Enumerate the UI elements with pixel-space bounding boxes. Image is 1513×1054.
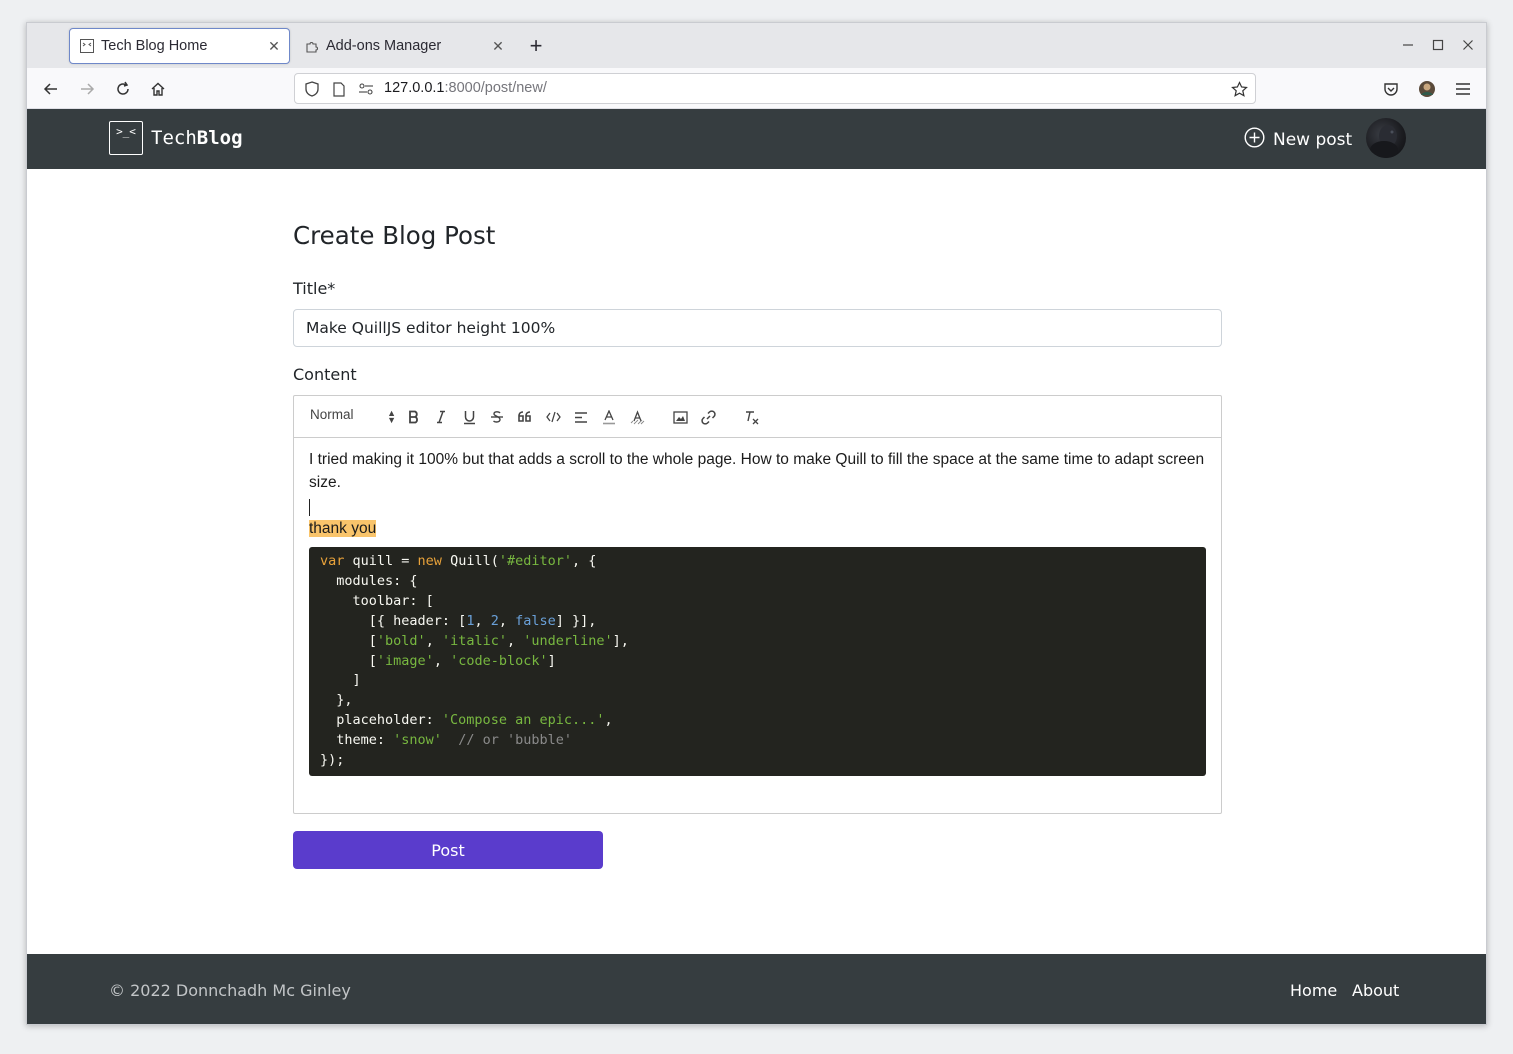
permissions-icon[interactable]: [357, 80, 375, 98]
site-brand[interactable]: TechBlog: [151, 127, 243, 149]
code-line: },: [320, 692, 353, 709]
post-submit-button[interactable]: Post: [293, 831, 603, 869]
page-icon: [330, 80, 348, 98]
code-line: toolbar: [: [320, 592, 434, 609]
title-label: Title*: [293, 279, 336, 298]
pocket-icon[interactable]: [1379, 77, 1403, 101]
content-label: Content: [293, 365, 357, 384]
shield-icon[interactable]: [303, 80, 321, 98]
site-footer: © 2022 Donnchadh Mc Ginley Home About: [27, 954, 1486, 1024]
strikethrough-icon[interactable]: [487, 407, 507, 427]
user-avatar[interactable]: [1366, 118, 1406, 158]
copyright-text: © 2022 Donnchadh Mc Ginley: [109, 981, 351, 1000]
puzzle-icon: [304, 38, 320, 54]
code-line: });: [320, 752, 345, 769]
forward-icon[interactable]: [75, 77, 99, 101]
tab-tech-blog-home[interactable]: Tech Blog Home ✕: [69, 28, 290, 64]
page-title: Create Blog Post: [293, 221, 496, 250]
code-line: theme: 'snow' // or 'bubble': [320, 732, 572, 749]
blockquote-icon[interactable]: [515, 407, 535, 427]
code-line: ['image', 'code-block']: [320, 652, 556, 669]
code-line: modules: {: [320, 572, 418, 589]
highlighted-text: thank you: [309, 520, 377, 537]
minimize-icon[interactable]: [1399, 36, 1417, 54]
url-path: :8000/post/new/: [444, 80, 547, 96]
footer-link-home[interactable]: Home: [1290, 981, 1337, 1000]
code-line: [{ header: [1, 2, false] }],: [320, 612, 597, 629]
underline-icon[interactable]: [459, 407, 479, 427]
new-tab-icon[interactable]: +: [525, 33, 547, 58]
align-icon[interactable]: [571, 407, 591, 427]
menu-icon[interactable]: [1451, 77, 1475, 101]
terminal-favicon-icon: [79, 38, 95, 54]
editor-content[interactable]: I tried making it 100% but that adds a s…: [309, 448, 1206, 776]
editor-paragraph: I tried making it 100% but that adds a s…: [309, 451, 1205, 491]
highlighted-line: thank you: [309, 517, 1206, 540]
new-post-label: New post: [1273, 130, 1353, 150]
code-block: var quill = new Quill('#editor', { modul…: [309, 547, 1206, 776]
plus-circle-icon: [1244, 127, 1265, 153]
editor-toolbar: Normal ▲ ▼: [294, 396, 1221, 438]
logo-text: >_<: [116, 125, 136, 138]
browser-window: Tech Blog Home ✕ Add-ons Manager ✕ + 127…: [26, 22, 1487, 1025]
url-host: 127.0.0.1: [384, 80, 445, 96]
maximize-icon[interactable]: [1429, 36, 1447, 54]
link-icon[interactable]: [698, 407, 718, 427]
text-color-icon[interactable]: [599, 407, 619, 427]
italic-icon[interactable]: [431, 407, 451, 427]
code-line: ['bold', 'italic', 'underline'],: [320, 632, 629, 649]
header-format-select[interactable]: Normal ▲ ▼: [310, 407, 396, 425]
clear-formatting-icon[interactable]: [742, 407, 762, 427]
site-header: >_< TechBlog New post: [27, 109, 1486, 169]
code-line: placeholder: 'Compose an epic...',: [320, 712, 613, 729]
image-icon[interactable]: [670, 407, 690, 427]
tab-strip: Tech Blog Home ✕ Add-ons Manager ✕ +: [27, 23, 1486, 68]
close-tab-icon[interactable]: ✕: [487, 35, 509, 57]
code-line: var quill = new Quill('#editor', {: [320, 553, 597, 569]
tab-title: Tech Blog Home: [101, 38, 208, 54]
brand-suffix: Blog: [196, 127, 243, 149]
bookmark-star-icon[interactable]: [1230, 80, 1248, 98]
background-color-icon[interactable]: [627, 407, 647, 427]
site-logo[interactable]: >_<: [109, 121, 143, 155]
reload-icon[interactable]: [111, 77, 135, 101]
rich-text-editor: Normal ▲ ▼ I tried making it 100% but th…: [293, 395, 1222, 814]
empty-line-with-caret: [309, 494, 1206, 517]
text-caret: [309, 498, 310, 516]
select-arrows-icon: ▲ ▼: [387, 408, 396, 425]
footer-link-about[interactable]: About: [1352, 981, 1399, 1000]
account-avatar-icon[interactable]: [1415, 77, 1439, 101]
url-bar[interactable]: 127.0.0.1:8000/post/new/: [294, 73, 1256, 104]
code-icon[interactable]: [543, 407, 563, 427]
code-line: ]: [320, 672, 361, 689]
tab-title: Add-ons Manager: [326, 38, 442, 54]
navigation-toolbar: 127.0.0.1:8000/post/new/: [27, 68, 1486, 109]
brand-prefix: Tech: [151, 127, 197, 149]
header-format-value: Normal: [310, 407, 354, 422]
back-icon[interactable]: [39, 77, 63, 101]
close-window-icon[interactable]: [1459, 36, 1477, 54]
tab-addons-manager[interactable]: Add-ons Manager ✕: [295, 28, 513, 64]
url-text[interactable]: 127.0.0.1:8000/post/new/: [384, 80, 547, 96]
home-icon[interactable]: [146, 77, 170, 101]
title-input[interactable]: [293, 309, 1222, 347]
new-post-link[interactable]: New post: [1244, 127, 1352, 153]
bold-icon[interactable]: [404, 407, 424, 427]
close-tab-icon[interactable]: ✕: [263, 35, 285, 57]
